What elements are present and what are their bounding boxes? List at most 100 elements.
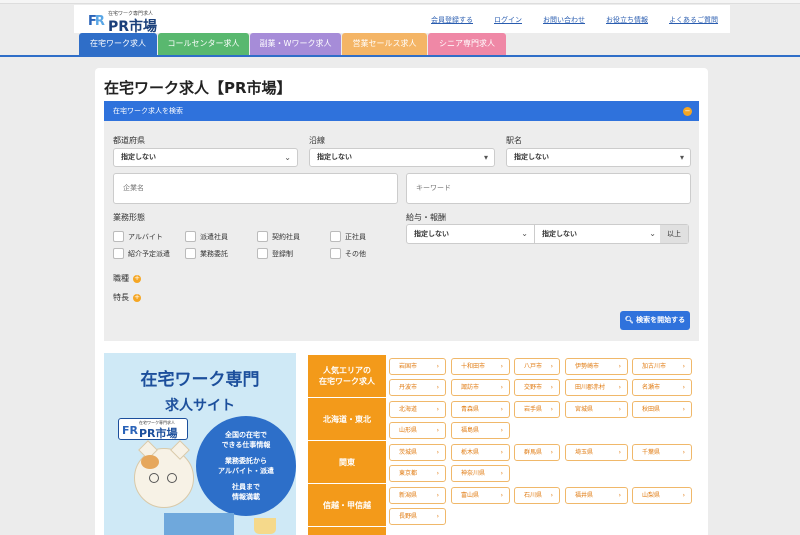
area-city-link[interactable]: 青森県 › bbox=[451, 401, 510, 418]
prefecture-select[interactable]: 指定しない ⌄ bbox=[113, 148, 298, 167]
chevron-right-icon: › bbox=[682, 384, 685, 391]
line-select[interactable]: 指定しない ▾ bbox=[309, 148, 495, 167]
area-city-label: 神奈川県 bbox=[461, 470, 486, 477]
area-region-heading: 北海道・東北 bbox=[308, 398, 386, 440]
employment-checkbox[interactable]: 業務委託 bbox=[185, 248, 228, 259]
area-city-link[interactable]: 栃木県 › bbox=[451, 444, 510, 461]
area-city-label: 諏訪市 bbox=[461, 384, 480, 391]
salary-from-select[interactable]: 指定しない ⌄ bbox=[407, 225, 535, 243]
banner-subheadline: 求人サイト bbox=[165, 398, 235, 414]
employment-checkbox[interactable]: アルバイト bbox=[113, 231, 163, 242]
tab-senior[interactable]: シニア専門求人 bbox=[428, 33, 506, 55]
checkbox-label: その他 bbox=[345, 249, 366, 258]
area-city-link[interactable]: 茨城県 › bbox=[389, 444, 446, 461]
nav-faq-link[interactable]: よくあるご質問 bbox=[669, 15, 718, 25]
employment-checkbox[interactable]: 紹介予定派遣 bbox=[113, 248, 170, 259]
checkbox-icon bbox=[185, 231, 196, 242]
area-city-link[interactable]: 富山県 › bbox=[451, 487, 510, 504]
area-city-link[interactable]: 田川郡赤村 › bbox=[565, 379, 628, 396]
coffee-cup-icon bbox=[254, 518, 276, 534]
area-city-link[interactable]: 丹波市 › bbox=[389, 379, 446, 396]
area-city-link[interactable]: 岩国市 › bbox=[389, 358, 446, 375]
chevron-right-icon: › bbox=[618, 363, 621, 370]
job-type-label: 職種 bbox=[113, 274, 129, 283]
chevron-right-icon: › bbox=[436, 384, 439, 391]
area-city-link[interactable]: 加古川市 › bbox=[632, 358, 692, 375]
line-value: 指定しない bbox=[317, 153, 352, 161]
area-city-label: 伊勢崎市 bbox=[575, 363, 600, 370]
chevron-right-icon: › bbox=[500, 470, 503, 477]
employment-checkbox[interactable]: その他 bbox=[330, 248, 366, 259]
area-city-link[interactable]: 埼玉県 › bbox=[565, 444, 628, 461]
area-city-label: 八戸市 bbox=[524, 363, 543, 370]
chevron-right-icon: › bbox=[500, 492, 503, 499]
checkbox-label: アルバイト bbox=[128, 232, 163, 241]
feature-toggle[interactable]: 特長 + bbox=[113, 292, 141, 303]
area-row: 信越・甲信越 新潟県 › 富山県 › 石川県 › 福井県 › 山梨県 › 長野県 › bbox=[308, 484, 698, 526]
employment-checkbox[interactable]: 正社員 bbox=[330, 231, 366, 242]
cat-mascot-icon bbox=[134, 440, 194, 508]
tab-sales[interactable]: 営業セールス求人 bbox=[342, 33, 427, 55]
area-city-link[interactable]: 福島県 › bbox=[451, 422, 510, 439]
salary-to-select[interactable]: 指定しない ⌄ bbox=[535, 225, 662, 243]
area-city-link[interactable]: 名瀬市 › bbox=[632, 379, 692, 396]
tab-remote-work[interactable]: 在宅ワーク求人 bbox=[79, 33, 157, 55]
keyword-input[interactable]: キーワード bbox=[406, 173, 691, 204]
area-city-link[interactable]: 千葉県 › bbox=[632, 444, 692, 461]
area-city-link[interactable]: 岩手県 › bbox=[514, 401, 560, 418]
tab-call-center[interactable]: コールセンター求人 bbox=[158, 33, 249, 55]
company-input[interactable]: 企業名 bbox=[113, 173, 398, 204]
nav-tips-link[interactable]: お役立ち情報 bbox=[606, 15, 648, 25]
chevron-right-icon: › bbox=[550, 363, 553, 370]
job-type-toggle[interactable]: 職種 + bbox=[113, 273, 141, 284]
employment-checkbox[interactable]: 登録制 bbox=[257, 248, 293, 259]
employment-checkbox[interactable]: 派遣社員 bbox=[185, 231, 228, 242]
area-city-link[interactable]: 伊勢崎市 › bbox=[565, 358, 628, 375]
chevron-down-icon: ⌄ bbox=[284, 153, 291, 162]
cat-spot bbox=[141, 455, 159, 469]
collapse-icon[interactable]: − bbox=[683, 107, 692, 116]
area-city-link[interactable]: 諏訪市 › bbox=[451, 379, 510, 396]
area-city-link[interactable]: 新潟県 › bbox=[389, 487, 446, 504]
area-city-label: 福島県 bbox=[461, 427, 480, 434]
area-city-link[interactable]: 山梨県 › bbox=[632, 487, 692, 504]
area-city-link[interactable]: 石川県 › bbox=[514, 487, 560, 504]
area-row bbox=[308, 527, 698, 535]
promo-banner[interactable]: 在宅ワーク専門 求人サイト FR 在宅ワーク専門求人 PR市場 全国の在宅で で… bbox=[104, 353, 296, 535]
area-city-label: 十和田市 bbox=[461, 363, 486, 370]
area-region-heading bbox=[308, 527, 386, 535]
area-city-label: 秋田県 bbox=[642, 406, 661, 413]
employment-checkbox[interactable]: 契約社員 bbox=[257, 231, 300, 242]
chevron-right-icon: › bbox=[618, 406, 621, 413]
area-city-link[interactable]: 十和田市 › bbox=[451, 358, 510, 375]
area-city-link[interactable]: 八戸市 › bbox=[514, 358, 560, 375]
area-city-link[interactable]: 宮城県 › bbox=[565, 401, 628, 418]
nav-login-link[interactable]: ログイン bbox=[494, 15, 522, 25]
nav-register-link[interactable]: 会員登録する bbox=[431, 15, 473, 25]
area-city-link[interactable]: 神奈川県 › bbox=[451, 465, 510, 482]
station-select[interactable]: 指定しない ▾ bbox=[506, 148, 691, 167]
area-city-link[interactable]: 福井県 › bbox=[565, 487, 628, 504]
area-city-label: 青森県 bbox=[461, 406, 480, 413]
nav-contact-link[interactable]: お問い合わせ bbox=[543, 15, 585, 25]
salary-range: 指定しない ⌄ 指定しない ⌄ 以上 bbox=[406, 224, 689, 244]
area-city-link[interactable]: 山形県 › bbox=[389, 422, 446, 439]
checkbox-label: 業務委託 bbox=[200, 249, 228, 258]
area-city-link[interactable]: 東京都 › bbox=[389, 465, 446, 482]
site-logo[interactable]: FR 在宅ワーク専門求人 PR市場 bbox=[88, 8, 178, 35]
area-city-link[interactable]: 交野市 › bbox=[514, 379, 560, 396]
area-region-heading: 関東 bbox=[308, 441, 386, 483]
category-tabs: 在宅ワーク求人 コールセンター求人 副業・Wワーク求人 営業セールス求人 シニア… bbox=[79, 33, 507, 55]
tab-side-job[interactable]: 副業・Wワーク求人 bbox=[250, 33, 341, 55]
area-city-link[interactable]: 北海道 › bbox=[389, 401, 446, 418]
search-panel-header[interactable]: 在宅ワーク求人を検索 − bbox=[104, 101, 699, 121]
search-submit-label: 検索を開始する bbox=[636, 316, 686, 324]
banner-logo: FR 在宅ワーク専門求人 PR市場 bbox=[118, 418, 188, 440]
caret-down-icon: ▾ bbox=[483, 153, 488, 162]
search-panel: 在宅ワーク求人を検索 − 都道府県 指定しない ⌄ 沿線 指定しない ▾ 駅名 … bbox=[104, 101, 699, 341]
area-city-link[interactable]: 長野県 › bbox=[389, 508, 446, 525]
area-city-link[interactable]: 群馬県 › bbox=[514, 444, 560, 461]
area-city-link[interactable]: 秋田県 › bbox=[632, 401, 692, 418]
search-submit-button[interactable]: 🔍︎ 検索を開始する bbox=[620, 311, 690, 330]
line-label: 沿線 bbox=[309, 136, 325, 145]
